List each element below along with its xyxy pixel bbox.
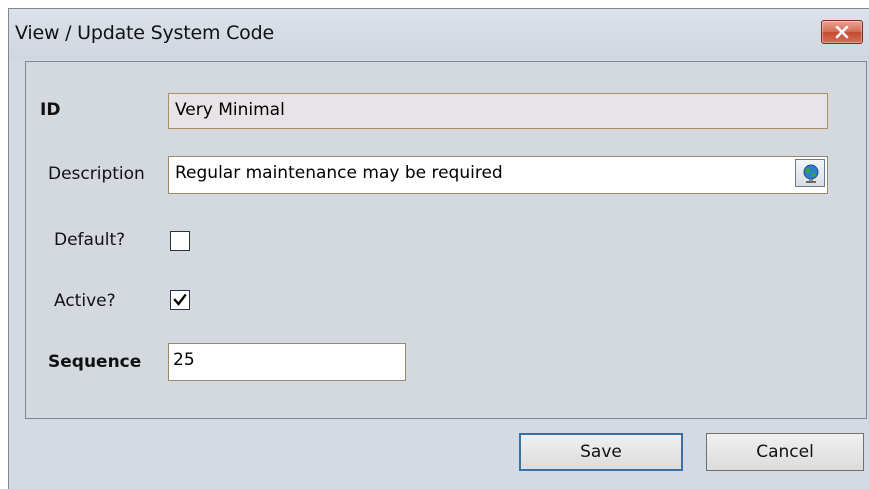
description-label: Description — [48, 164, 145, 184]
globe-button[interactable] — [795, 159, 825, 187]
description-value: Regular maintenance may be required — [175, 163, 503, 183]
default-label: Default? — [54, 230, 126, 250]
active-checkbox[interactable] — [170, 290, 190, 310]
id-label: ID — [40, 100, 61, 120]
sequence-label: Sequence — [48, 352, 142, 372]
window-title: View / Update System Code — [15, 22, 274, 44]
active-label: Active? — [54, 291, 116, 311]
globe-icon — [803, 164, 819, 183]
close-button[interactable] — [821, 20, 863, 44]
save-button[interactable]: Save — [519, 433, 683, 471]
dialog-window: View / Update System Code ID Very Minima… — [8, 8, 869, 489]
sequence-field[interactable]: 25 — [168, 343, 406, 381]
default-checkbox[interactable] — [170, 231, 190, 251]
title-bar[interactable]: View / Update System Code — [9, 9, 869, 59]
form-panel: ID Very Minimal Description Regular main… — [25, 61, 867, 419]
checkmark-icon — [173, 293, 187, 306]
description-field[interactable]: Regular maintenance may be required — [168, 156, 828, 194]
close-x-icon — [835, 26, 849, 39]
id-field: Very Minimal — [168, 93, 828, 129]
cancel-button[interactable]: Cancel — [706, 433, 864, 471]
